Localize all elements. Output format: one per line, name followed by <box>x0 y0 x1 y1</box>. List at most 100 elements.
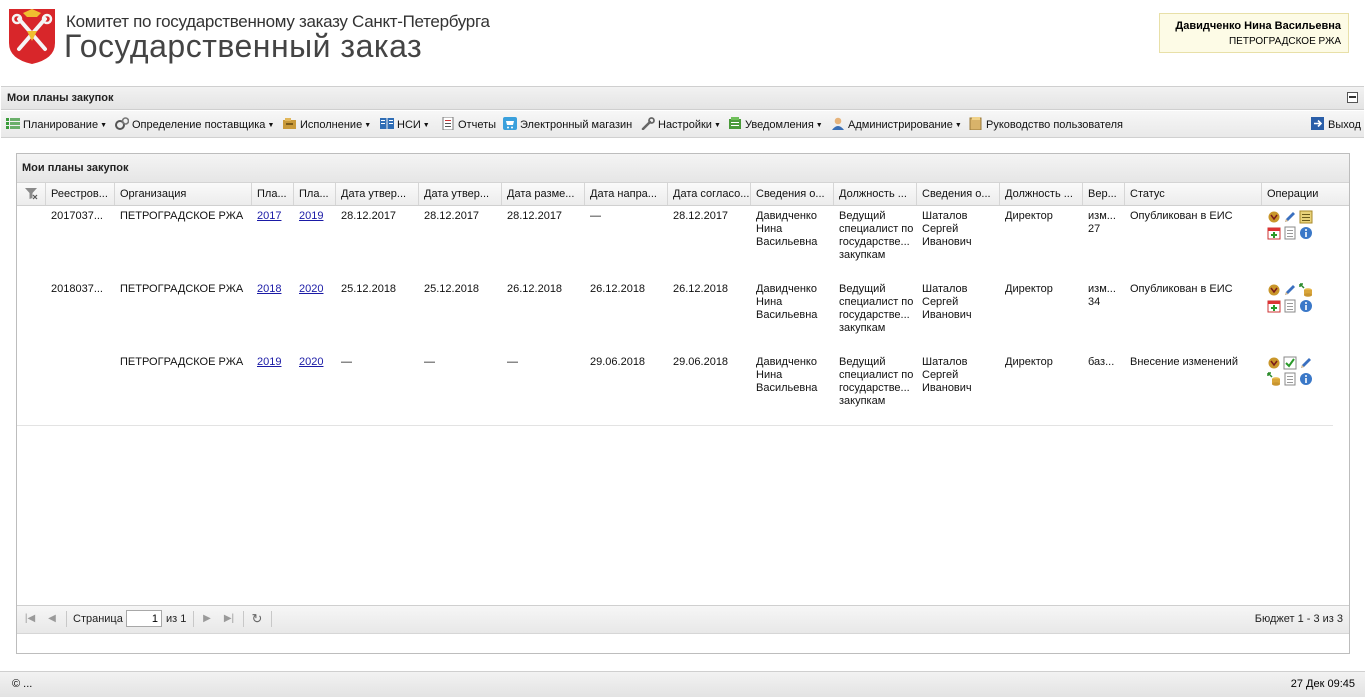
prev-page-icon[interactable]: ◀ <box>46 613 58 625</box>
emblem-icon[interactable] <box>1267 356 1281 370</box>
cell-plan-to: 2019 <box>294 210 336 223</box>
cell-date-sent: 26.12.2018 <box>590 283 646 295</box>
document-list-icon[interactable] <box>1299 210 1313 224</box>
cell-operations <box>1267 283 1327 315</box>
menu-administration[interactable]: Администрирование ▼ <box>831 117 962 131</box>
page-icon[interactable] <box>1283 299 1297 313</box>
pagination-bar: |◀ ◀ Страница из 1 ▶ ▶| ↻ Бюджет 1 - 3 и… <box>17 605 1349 634</box>
execution-icon <box>283 118 296 129</box>
first-page-icon[interactable]: |◀ <box>24 613 36 625</box>
col-header-registry[interactable]: Реестров... <box>46 183 115 205</box>
col-header-plan-from[interactable]: Пла... <box>252 183 294 205</box>
grid-header: Реестров... Организация Пла... Пла... Да… <box>17 183 1349 206</box>
col-header-date-approve-2[interactable]: Дата утвер... <box>419 183 502 205</box>
col-header-date-publish[interactable]: Дата разме... <box>502 183 585 205</box>
page-icon[interactable] <box>1283 372 1297 386</box>
info-icon[interactable] <box>1299 299 1313 313</box>
menu-nsi[interactable]: НСИ ▼ <box>380 117 430 131</box>
status-footer: © ... 27 Дек 09:45 <box>0 671 1365 697</box>
table-row[interactable]: 2018037... ПЕТРОГРАДСКОЕ РЖА 2018 2020 2… <box>17 279 1333 353</box>
exit-button[interactable]: Выход <box>1311 117 1361 131</box>
col-header-head-position[interactable]: Должность ... <box>1000 183 1083 205</box>
plan-to-link[interactable]: 2020 <box>299 356 323 368</box>
col-header-date-agreed[interactable]: Дата согласо... <box>668 183 751 205</box>
menu-notifications[interactable]: Уведомления ▼ <box>728 117 823 131</box>
menu-planning[interactable]: Планирование ▼ <box>6 117 107 131</box>
menu-eshop-label: Электронный магазин <box>520 119 633 131</box>
menu-reports[interactable]: Отчеты <box>441 117 496 131</box>
page-icon[interactable] <box>1283 226 1297 240</box>
footer-copyright: © ... <box>12 678 33 690</box>
add-calendar-icon[interactable] <box>1267 226 1281 240</box>
chevron-down-icon: ▼ <box>713 122 721 129</box>
table-row[interactable]: 2017037... ПЕТРОГРАДСКОЕ РЖА 2017 2019 2… <box>17 206 1333 280</box>
cell-date-approve-2: — <box>424 356 435 368</box>
edit-pencil-icon[interactable] <box>1283 210 1297 224</box>
col-header-status[interactable]: Статус <box>1125 183 1262 205</box>
menu-supplier[interactable]: Определение поставщика ▼ <box>115 117 274 131</box>
menu-manual[interactable]: Руководство пользователя <box>969 117 1123 131</box>
col-header-date-sent[interactable]: Дата напра... <box>585 183 668 205</box>
cell-status: Опубликован в ЕИС <box>1130 210 1233 222</box>
col-header-date-approve-1[interactable]: Дата утвер... <box>336 183 419 205</box>
page-number-input[interactable] <box>126 610 162 627</box>
cell-date-sent: — <box>590 210 601 222</box>
plan-from-link[interactable]: 2018 <box>257 283 281 295</box>
info-icon[interactable] <box>1299 372 1313 386</box>
approve-document-icon[interactable] <box>1283 356 1297 370</box>
cell-organization: ПЕТРОГРАДСКОЕ РЖА <box>120 356 244 368</box>
col-header-organization[interactable]: Организация <box>115 183 252 205</box>
plan-from-link[interactable]: 2019 <box>257 356 281 368</box>
footer-clock: 27 Дек 09:45 <box>1290 678 1355 690</box>
emblem-icon[interactable] <box>1267 283 1281 297</box>
page-titlebar: Мои планы закупок <box>1 86 1364 110</box>
chevron-down-icon: ▼ <box>954 122 962 129</box>
app-header: Комитет по государственному заказу Санкт… <box>0 0 1365 84</box>
col-header-responsible[interactable]: Сведения о... <box>751 183 834 205</box>
emblem-icon[interactable] <box>1267 210 1281 224</box>
refresh-icon[interactable]: ↻ <box>251 612 263 625</box>
cell-head-position: Директор <box>1005 210 1053 222</box>
cell-plan-from: 2017 <box>252 210 294 223</box>
menu-eshop[interactable]: Электронный магазин <box>503 117 632 131</box>
cell-plan-from: 2018 <box>252 283 294 296</box>
user-info-box[interactable]: Давидченко Нина Васильевна ПЕТРОГРАДСКОЕ… <box>1159 13 1349 53</box>
col-header-plan-to[interactable]: Пла... <box>294 183 336 205</box>
cell-head-position: Директор <box>1005 283 1053 295</box>
cell-date-agreed: 26.12.2018 <box>673 283 729 295</box>
chevron-down-icon: ▼ <box>267 122 275 129</box>
add-calendar-icon[interactable] <box>1267 299 1281 313</box>
next-page-icon[interactable]: ▶ <box>201 613 213 625</box>
exit-icon <box>1311 117 1324 130</box>
cell-date-approve-2: 25.12.2018 <box>424 283 480 295</box>
menu-administration-label: Администрирование <box>848 119 953 131</box>
collapse-panel-icon[interactable] <box>1347 92 1358 103</box>
user-name: Давидченко Нина Васильевна <box>1175 20 1341 32</box>
database-export-icon[interactable] <box>1267 372 1281 386</box>
pager-summary: Бюджет 1 - 3 из 3 <box>1254 613 1343 625</box>
col-header-responsible-position[interactable]: Должность ... <box>834 183 917 205</box>
header-title: Государственный заказ <box>64 28 423 64</box>
plan-from-link[interactable]: 2017 <box>257 210 281 222</box>
cell-responsible: Давидченко Нина Васильевна <box>756 283 818 321</box>
database-export-icon[interactable] <box>1299 283 1313 297</box>
col-header-operations[interactable]: Операции <box>1262 183 1349 205</box>
plan-to-link[interactable]: 2019 <box>299 210 323 222</box>
edit-pencil-icon[interactable] <box>1299 356 1313 370</box>
plan-to-link[interactable]: 2020 <box>299 283 323 295</box>
table-row[interactable]: ПЕТРОГРАДСКОЕ РЖА 2019 2020 — — — 29.06.… <box>17 352 1333 426</box>
menu-settings-label: Настройки <box>658 119 712 131</box>
gears-icon <box>115 117 129 130</box>
report-icon <box>442 117 454 130</box>
edit-pencil-icon[interactable] <box>1283 283 1297 297</box>
menu-settings[interactable]: Настройки ▼ <box>641 117 721 131</box>
cell-responsible: Давидченко Нина Васильевна <box>756 356 818 394</box>
menu-nsi-label: НСИ <box>397 119 421 131</box>
col-header-version[interactable]: Вер... <box>1083 183 1125 205</box>
cell-date-approve-1: 25.12.2018 <box>341 283 397 295</box>
col-header-head[interactable]: Сведения о... <box>917 183 1000 205</box>
filter-column-header[interactable] <box>17 183 46 205</box>
last-page-icon[interactable]: ▶| <box>223 613 235 625</box>
menu-execution[interactable]: Исполнение ▼ <box>283 117 371 131</box>
info-icon[interactable] <box>1299 226 1313 240</box>
